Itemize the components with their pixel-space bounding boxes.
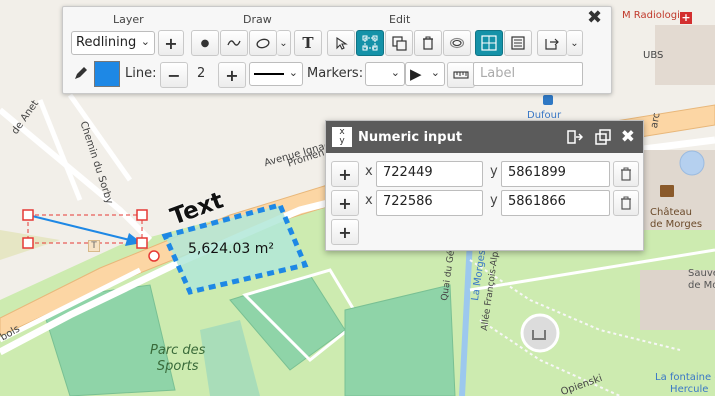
polygon-icon (256, 38, 270, 48)
dialog-title: Numeric input (358, 129, 463, 145)
transform-button[interactable] (356, 30, 384, 56)
duplicate-button[interactable] (385, 30, 413, 56)
point-icon: ● (200, 37, 210, 49)
dialog-titlebar[interactable]: xy Numeric input ✖ (326, 121, 643, 153)
x-label: x (365, 193, 373, 208)
chevron-down-icon: ⌄ (288, 66, 298, 79)
solid-line-icon (254, 73, 284, 75)
arrow-line[interactable] (27, 214, 143, 244)
plus-icon: + (164, 33, 178, 53)
export-icon (545, 38, 559, 50)
area-measurement-label: 5,624.03 m² (188, 241, 275, 257)
handle-top-left[interactable] (22, 209, 34, 221)
markers-label: Markers: (307, 66, 364, 81)
y-coordinate-field[interactable]: 5861899 (501, 161, 610, 187)
detach-icon[interactable] (595, 129, 611, 149)
append-vertex-button[interactable]: + (331, 219, 359, 245)
close-toolbar-icon[interactable]: ✖ (587, 9, 602, 27)
handle-top-right[interactable] (136, 209, 148, 221)
chevron-down-icon: ⌄ (390, 66, 400, 79)
transform-icon (362, 35, 378, 51)
label-input[interactable]: Label (473, 62, 583, 86)
close-dialog-icon[interactable]: ✖ (621, 127, 635, 147)
grid-edit-icon (481, 35, 497, 51)
y-label: y (490, 164, 498, 179)
numeric-input-dialog: xy Numeric input ✖ + x 722449 y 5861899 … (325, 120, 644, 251)
draw-line-button[interactable] (220, 30, 248, 56)
line-label: Line: (125, 66, 157, 81)
handle-bottom-left[interactable] (22, 237, 34, 249)
delete-vertex-button[interactable] (613, 161, 639, 187)
trash-icon (423, 36, 433, 50)
insert-vertex-button[interactable]: + (331, 161, 359, 187)
delete-vertex-button[interactable] (613, 190, 639, 216)
draw-polygon-button[interactable] (249, 30, 277, 56)
line-icon (227, 40, 241, 46)
start-marker-select[interactable]: ⌄ (365, 62, 405, 86)
measure-button[interactable] (447, 62, 475, 88)
add-layer-button[interactable]: + (158, 30, 184, 56)
x-coordinate-field[interactable]: 722586 (376, 190, 483, 216)
handle-bottom-right[interactable] (136, 237, 148, 249)
numeric-input-button[interactable] (475, 30, 503, 56)
plus-icon: + (338, 222, 352, 242)
shape-dropdown-button[interactable]: ⌄ (277, 30, 291, 56)
ruler-icon (453, 71, 469, 79)
chevron-down-icon: ⌄ (430, 66, 440, 79)
rotate-handle[interactable] (148, 250, 160, 262)
insert-vertex-button[interactable]: + (331, 190, 359, 216)
redlining-toolbar: Layer Draw Edit Redlining ⌄ + ● ⌄ T ⌄ ✖ … (62, 6, 612, 94)
line-width-value: 2 (197, 66, 206, 81)
draw-group-title: Draw (243, 13, 272, 26)
delete-button[interactable] (414, 30, 442, 56)
table-icon (511, 36, 525, 50)
export-button[interactable] (537, 30, 567, 56)
layer-group-title: Layer (113, 13, 144, 26)
draw-point-button[interactable]: ● (191, 30, 219, 56)
trash-icon (621, 196, 631, 210)
decrease-line-width-button[interactable]: − (160, 62, 188, 88)
draw-text-button[interactable]: T (294, 30, 322, 56)
plus-icon: + (338, 193, 352, 213)
chevron-down-icon: ⌄ (279, 37, 288, 49)
duplicate-icon (391, 35, 407, 51)
increase-line-width-button[interactable]: + (218, 62, 246, 88)
buffer-icon (449, 37, 465, 49)
chevron-down-icon: ⌄ (570, 37, 579, 49)
xy-icon: xy (332, 127, 352, 147)
buffer-button[interactable] (443, 30, 471, 56)
arrow-marker-icon: ▶ (410, 65, 422, 83)
layer-select-value: Redlining (76, 35, 137, 50)
plus-icon: + (225, 65, 239, 85)
attributes-button[interactable] (504, 30, 532, 56)
y-label: y (490, 193, 498, 208)
dock-icon[interactable] (567, 130, 584, 148)
end-marker-select[interactable]: ▶ ⌄ (405, 62, 445, 86)
trash-icon (621, 167, 631, 181)
y-coordinate-field[interactable]: 5861866 (501, 190, 610, 216)
pen-icon (73, 65, 89, 85)
color-swatch[interactable] (94, 61, 120, 87)
x-label: x (365, 164, 373, 179)
x-coordinate-field[interactable]: 722449 (376, 161, 483, 187)
edit-group-title: Edit (389, 13, 411, 26)
export-dropdown-button[interactable]: ⌄ (567, 30, 583, 56)
text-icon: T (302, 34, 314, 52)
arrow-label-marker: T (88, 240, 100, 252)
layer-select[interactable]: Redlining ⌄ (71, 31, 155, 55)
minus-icon: − (167, 65, 181, 85)
cursor-icon (336, 36, 348, 50)
pick-button[interactable] (327, 30, 355, 56)
plus-icon: + (338, 164, 352, 184)
line-style-select[interactable]: ⌄ (249, 62, 303, 86)
chevron-down-icon: ⌄ (140, 35, 150, 48)
